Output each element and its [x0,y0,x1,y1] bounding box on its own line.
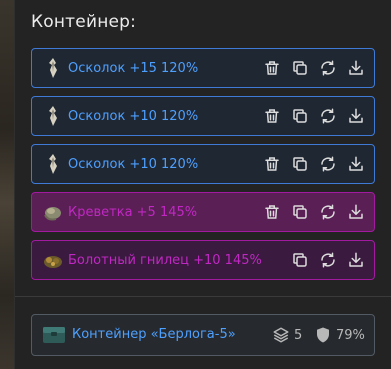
inventory-item[interactable]: Осколок +10 120% [31,144,375,184]
stack-count: 5 [294,327,303,343]
durability-stat: 79% [314,326,365,344]
refresh-icon[interactable] [318,58,338,78]
refresh-icon[interactable] [318,202,338,222]
trash-icon[interactable] [262,58,282,78]
background-scene [0,0,14,369]
inventory-item[interactable]: Осколок +15 120% [31,48,375,88]
download-icon[interactable] [346,154,366,174]
container-name: Контейнер «Берлога-5» [72,327,236,342]
inventory-item[interactable]: Осколок +10 120% [31,96,375,136]
shard-icon [49,106,57,126]
shrimp-icon [44,207,61,221]
download-icon[interactable] [346,58,366,78]
section-divider [15,296,391,297]
swamp-rot-icon [44,256,62,268]
durability-value: 79% [336,327,365,343]
stack-stat: 5 [272,326,302,344]
item-label: Болотный гнилец +10 145% [68,252,262,268]
copy-icon[interactable] [290,154,310,174]
container-panel: Контейнер: Осколок +15 120% Осколок +10 … [14,0,391,369]
item-label: Осколок +10 120% [68,156,199,172]
refresh-icon[interactable] [318,106,338,126]
shard-icon [49,58,57,78]
panel-title: Контейнер: [31,12,137,32]
download-icon[interactable] [346,202,366,222]
copy-icon[interactable] [290,250,310,270]
trash-icon[interactable] [262,154,282,174]
container-box-icon [43,327,65,343]
trash-icon[interactable] [262,202,282,222]
shield-icon [317,327,329,343]
layers-icon [273,327,289,343]
refresh-icon[interactable] [318,154,338,174]
trash-icon[interactable] [262,106,282,126]
download-icon[interactable] [346,106,366,126]
copy-icon[interactable] [290,58,310,78]
shard-icon [49,154,57,174]
item-label: Осколок +10 120% [68,108,199,124]
item-label: Креветка +5 145% [68,204,198,220]
inventory-item[interactable]: Креветка +5 145% [31,192,375,232]
download-icon[interactable] [346,250,366,270]
copy-icon[interactable] [290,202,310,222]
container-info[interactable]: Контейнер «Берлога-5» 5 79% [31,314,375,356]
inventory-item[interactable]: Болотный гнилец +10 145% [31,240,375,280]
copy-icon[interactable] [290,106,310,126]
item-label: Осколок +15 120% [68,60,199,76]
refresh-icon[interactable] [318,250,338,270]
